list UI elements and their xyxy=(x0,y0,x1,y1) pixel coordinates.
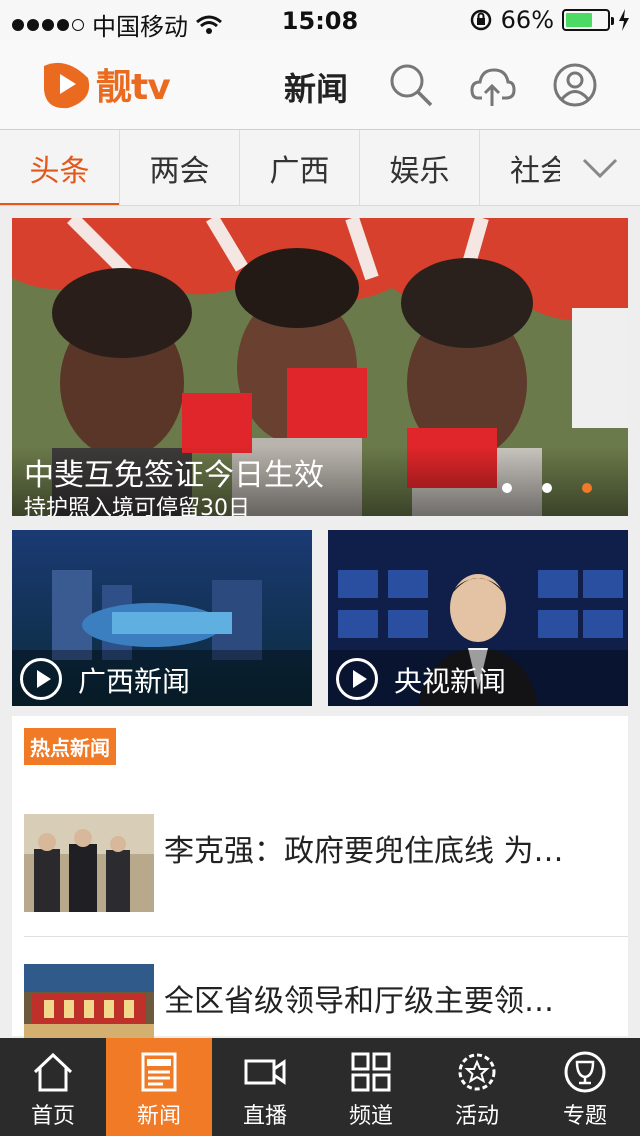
category-tabs: 头条 两会 广西 娱乐 社会 xyxy=(0,130,640,206)
trophy-icon xyxy=(564,1051,606,1093)
tabbar-label: 首页 xyxy=(30,1104,75,1129)
news-thumbnail xyxy=(24,814,154,912)
tabbar-item-events[interactable]: 活动 xyxy=(424,1038,530,1136)
tabbar-label: 专题 xyxy=(562,1104,607,1129)
charging-icon xyxy=(619,9,629,31)
video-card-label: 广西新闻 xyxy=(78,665,191,698)
headline-carousel[interactable]: 中斐互免签证今日生效 持护照入境可停留30日 xyxy=(12,218,628,516)
news-list-item[interactable]: 李克强：政府要兜住底线 为… xyxy=(12,806,628,936)
tabbar-label: 直播 xyxy=(242,1104,287,1129)
logo-text: 靓tv xyxy=(96,67,171,108)
status-bar: 中国移动 15:08 66% xyxy=(0,0,640,41)
user-profile-icon[interactable] xyxy=(552,62,598,108)
tab-headlines[interactable]: 头条 xyxy=(0,130,120,205)
video-card-label: 央视新闻 xyxy=(394,665,507,698)
logo-mark-icon xyxy=(44,62,90,109)
pager-dot[interactable] xyxy=(502,483,512,493)
bottom-tab-bar: 首页 新闻 直播 频道 活动 专题 xyxy=(0,1038,640,1136)
home-icon xyxy=(33,1052,73,1092)
chevron-down-icon xyxy=(582,158,618,178)
tabbar-item-home[interactable]: 首页 xyxy=(0,1038,106,1136)
grid-icon xyxy=(351,1052,391,1092)
battery-icon xyxy=(562,9,614,31)
tabbar-label: 活动 xyxy=(454,1104,499,1129)
tab-guangxi[interactable]: 广西 xyxy=(240,130,360,205)
star-badge-icon xyxy=(458,1053,496,1091)
news-title: 李克强：政府要兜住底线 为… xyxy=(164,834,564,869)
carousel-pager xyxy=(502,483,592,493)
app-header: 靓tv 新闻 xyxy=(0,40,640,130)
battery-percent: 66% xyxy=(500,6,554,34)
battery-fill xyxy=(566,13,593,27)
hot-news-section: 热点新闻 李克强：政府要兜住底线 为… 全区省级领导和厅级主要领… xyxy=(12,716,628,1062)
page-title: 新闻 xyxy=(284,70,349,108)
tabbar-label: 新闻 xyxy=(136,1104,181,1129)
cloud-upload-icon[interactable] xyxy=(470,62,516,108)
search-icon[interactable] xyxy=(388,62,434,108)
tabbar-label: 频道 xyxy=(348,1104,393,1129)
pager-dot-active[interactable] xyxy=(582,483,592,493)
rotation-lock-icon xyxy=(470,9,491,31)
tab-entertainment[interactable]: 娱乐 xyxy=(360,130,480,205)
hero-subtitle: 持护照入境可停留30日 xyxy=(24,496,250,516)
video-card-guangxi-news[interactable]: 广西新闻 xyxy=(12,530,312,706)
tab-two-sessions[interactable]: 两会 xyxy=(120,130,240,205)
tabbar-item-topics[interactable]: 专题 xyxy=(530,1038,640,1136)
pager-dot[interactable] xyxy=(542,483,552,493)
hero-title: 中斐互免签证今日生效 xyxy=(24,458,324,493)
tabbar-item-live[interactable]: 直播 xyxy=(212,1038,318,1136)
video-camera-icon xyxy=(244,1059,286,1085)
hot-news-badge: 热点新闻 xyxy=(24,728,116,765)
play-icon[interactable] xyxy=(336,658,378,700)
app-logo[interactable]: 靓tv xyxy=(38,56,171,112)
play-icon[interactable] xyxy=(20,658,62,700)
tabs-expand-button[interactable] xyxy=(560,130,640,205)
news-title: 全区省级领导和厅级主要领… xyxy=(164,984,554,1019)
status-right: 66% xyxy=(469,6,630,34)
news-icon xyxy=(141,1052,177,1092)
tabbar-item-news[interactable]: 新闻 xyxy=(106,1038,212,1136)
video-card-cctv-news[interactable]: 央视新闻 xyxy=(328,530,628,706)
tabbar-item-channels[interactable]: 频道 xyxy=(318,1038,424,1136)
list-divider xyxy=(24,936,628,937)
